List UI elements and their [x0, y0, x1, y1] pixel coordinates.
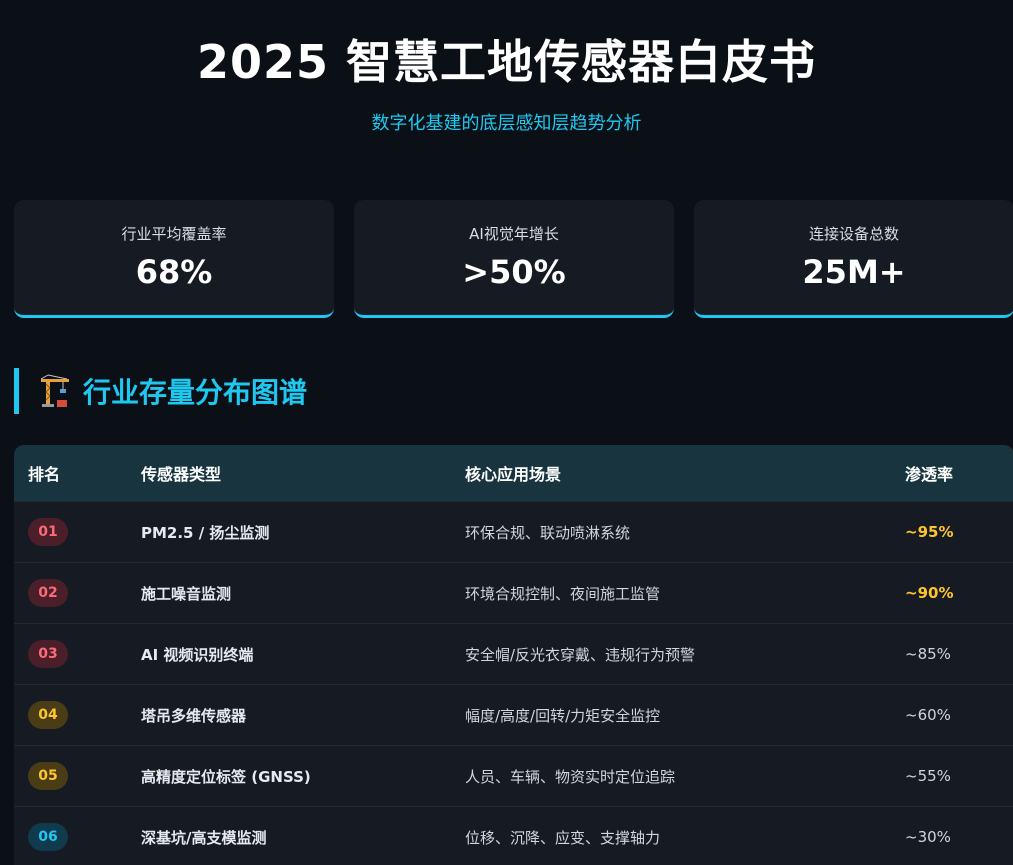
page-title: 2025 智慧工地传感器白皮书	[196, 35, 817, 89]
stat-card-ai-growth: AI视觉年增长 >50%	[354, 200, 674, 318]
table-header: 排名 传感器类型 核心应用场景 渗透率	[14, 445, 1013, 501]
page-subtitle: 数字化基建的底层感知层趋势分析	[371, 113, 642, 134]
sensor-type: AI 视频识别终端	[141, 645, 254, 664]
crane-icon	[40, 374, 69, 407]
application-scene: 位移、沉降、应变、支撑轴力	[465, 828, 661, 847]
penetration-rate: ~90%	[905, 584, 954, 602]
application-scene: 安全帽/反光衣穿戴、违规行为预警	[465, 645, 696, 664]
application-scene: 人员、车辆、物资实时定位追踪	[465, 767, 676, 786]
page: 2025 智慧工地传感器白皮书 数字化基建的底层感知层趋势分析 行业平均覆盖率 …	[0, 0, 1013, 865]
stat-label: 连接设备总数	[808, 225, 899, 243]
header-rate: 渗透率	[905, 465, 954, 484]
rank-badge: 05	[28, 762, 68, 790]
application-scene: 幅度/高度/回转/力矩安全监控	[465, 706, 661, 725]
rank-badge: 04	[28, 701, 68, 729]
penetration-rate: ~55%	[905, 767, 951, 785]
table-row: 01 PM2.5 / 扬尘监测 环保合规、联动喷淋系统 ~95%	[14, 501, 1013, 562]
sensor-type: PM2.5 / 扬尘监测	[141, 523, 270, 542]
rank-badge: 03	[28, 640, 68, 668]
sensor-type: 高精度定位标签 (GNSS)	[141, 767, 311, 786]
header: 2025 智慧工地传感器白皮书 数字化基建的底层感知层趋势分析	[0, 0, 1013, 136]
rank-badge: 06	[28, 823, 68, 851]
stat-value: >50%	[462, 253, 566, 291]
table-row: 03 AI 视频识别终端 安全帽/反光衣穿戴、违规行为预警 ~85%	[14, 623, 1013, 684]
penetration-rate: ~95%	[905, 523, 954, 541]
header-rank: 排名	[28, 465, 61, 484]
stat-value: 68%	[135, 253, 213, 291]
application-scene: 环境合规控制、夜间施工监管	[465, 584, 661, 603]
rank-badge: 01	[28, 518, 68, 546]
sensor-table: 排名 传感器类型 核心应用场景 渗透率 01 PM2.5 / 扬尘监测 环保合规…	[14, 445, 1013, 865]
stats-row: 行业平均覆盖率 68% AI视觉年增长 >50% 连接设备总数 25M+	[14, 200, 1013, 318]
section-title: 行业存量分布图谱	[83, 376, 308, 409]
table-row: 06 深基坑/高支模监测 位移、沉降、应变、支撑轴力 ~30%	[14, 806, 1013, 865]
table-row: 02 施工噪音监测 环境合规控制、夜间施工监管 ~90%	[14, 562, 1013, 623]
penetration-rate: ~30%	[905, 828, 951, 846]
sensor-type: 塔吊多维传感器	[141, 706, 247, 725]
table-row: 04 塔吊多维传感器 幅度/高度/回转/力矩安全监控 ~60%	[14, 684, 1013, 745]
sensor-type: 施工噪音监测	[141, 584, 232, 603]
section-heading: 行业存量分布图谱	[14, 368, 307, 414]
stat-card-coverage: 行业平均覆盖率 68%	[14, 200, 334, 318]
header-scene: 核心应用场景	[465, 465, 562, 484]
penetration-rate: ~60%	[905, 706, 951, 724]
stat-label: 行业平均覆盖率	[121, 225, 227, 243]
sensor-type: 深基坑/高支模监测	[141, 828, 267, 847]
penetration-rate: ~85%	[905, 645, 951, 663]
table-row: 05 高精度定位标签 (GNSS) 人员、车辆、物资实时定位追踪 ~55%	[14, 745, 1013, 806]
rank-badge: 02	[28, 579, 68, 607]
stat-card-devices: 连接设备总数 25M+	[694, 200, 1013, 318]
header-type: 传感器类型	[141, 465, 222, 484]
stat-value: 25M+	[802, 253, 906, 291]
stat-label: AI视觉年增长	[469, 225, 559, 243]
application-scene: 环保合规、联动喷淋系统	[465, 523, 631, 542]
